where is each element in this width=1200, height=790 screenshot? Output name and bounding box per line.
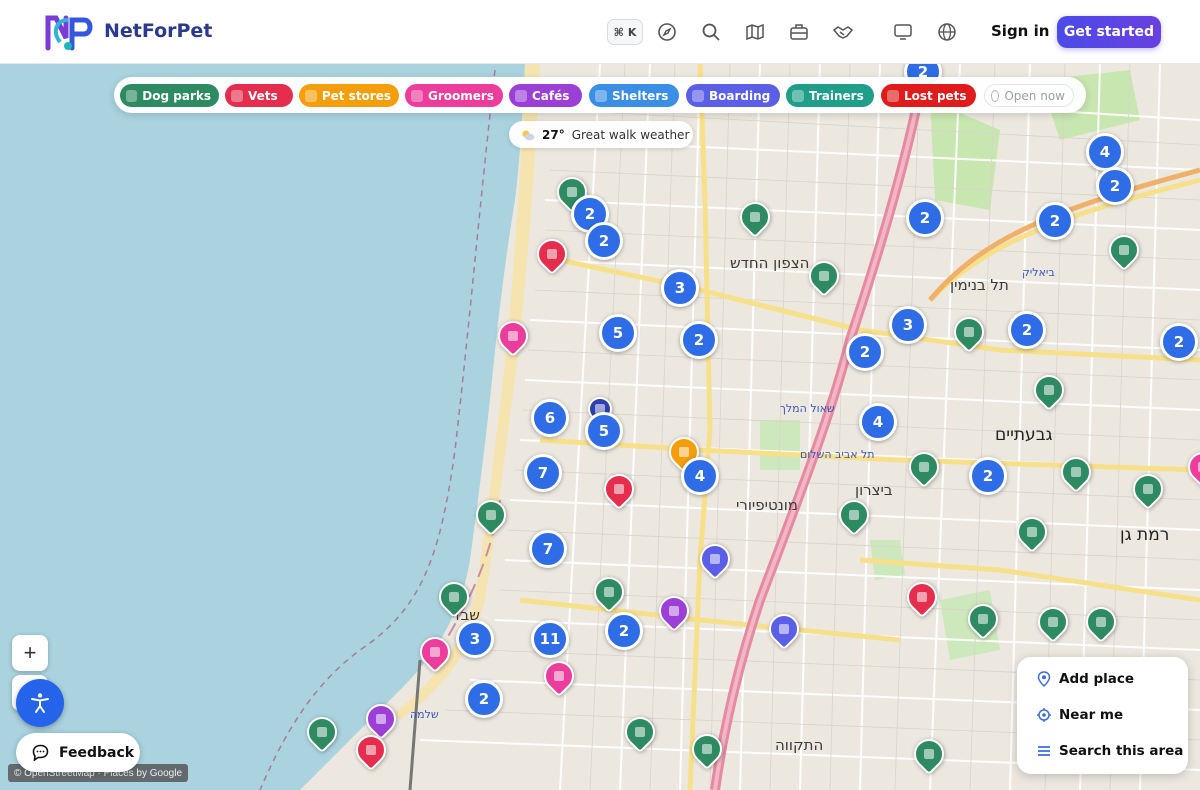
cluster-marker[interactable]: 2 [1008,311,1046,349]
search-this-area-button[interactable]: Search this area [1037,740,1183,762]
cluster-marker[interactable]: 6 [531,399,569,437]
accessibility-button[interactable] [16,679,64,727]
near-me-button[interactable]: Near me [1037,704,1123,726]
map-label-tel-binyamin: תל בנימין [950,276,1009,294]
cluster-marker[interactable]: 2 [969,457,1007,495]
search-icon[interactable] [699,20,723,44]
cluster-marker[interactable]: 4 [681,457,719,495]
filter-vets[interactable]: Vets [225,84,293,107]
feedback-button[interactable]: Feedback [16,733,140,772]
briefcase-icon[interactable] [787,20,811,44]
feedback-label: Feedback [59,744,135,761]
map-label-shaul-hamelekh: שאול המלך [780,402,835,415]
location-pin-icon [1037,671,1051,687]
cluster-marker[interactable]: 2 [1096,167,1134,205]
cluster-marker[interactable]: 4 [859,403,897,441]
cluster-marker[interactable]: 2 [1160,323,1198,361]
sun-cloud-icon [522,130,535,140]
cluster-marker[interactable]: 2 [585,222,623,260]
filter-cafes[interactable]: Cafés [509,84,582,107]
cluster-marker[interactable]: 2 [1036,202,1074,240]
hotel-icon [692,89,704,102]
filter-shelters[interactable]: Shelters [589,84,679,107]
map-label-bitsaron: ביצרון [855,481,893,499]
cluster-marker[interactable]: 3 [889,306,927,344]
netforpet-logo[interactable] [44,12,94,52]
house-icon [595,89,607,102]
map-label-ramat-gan: רמת גן [1120,525,1169,545]
map-icon[interactable] [743,20,767,44]
cluster-marker[interactable]: 3 [456,620,494,658]
cluster-marker[interactable]: 7 [529,530,567,568]
map-label-givatayim: גבעתיים [995,425,1053,445]
accessibility-icon [31,693,49,713]
weather-pill: 27° Great walk weather [509,121,693,148]
command-palette-shortcut[interactable]: ⌘ K [607,19,643,45]
get-started-button[interactable]: Get started [1057,16,1161,48]
map-label-hatikva: התקווה [775,736,823,754]
category-filter-bar: Dog parks Vets Pet stores Groomers Cafés… [114,77,1086,113]
sign-in-link[interactable]: Sign in [991,22,1049,40]
chat-bubble-icon [32,744,49,761]
map-actions-panel: Add place Near me Search this area [1017,657,1188,774]
filter-dog-parks[interactable]: Dog parks [120,84,219,107]
top-header: NetForPet ⌘ K Sign in Get started [0,0,1200,64]
cluster-marker[interactable]: 2 [906,199,944,237]
list-lines-icon [1038,746,1050,756]
map-label-montefiore: מונטיפיורי [736,496,798,514]
monitor-icon[interactable] [891,20,915,44]
cluster-marker[interactable]: 2 [846,333,884,371]
brand-name[interactable]: NetForPet [104,20,212,42]
cluster-marker[interactable]: 11 [531,620,569,658]
zoom-in-button[interactable]: + [12,635,48,671]
filter-trainers[interactable]: Trainers [786,84,874,107]
paw-icon [126,89,138,102]
add-place-button[interactable]: Add place [1037,668,1134,690]
cluster-marker[interactable]: 5 [599,314,637,352]
store-icon [305,89,317,102]
cluster-marker[interactable]: 2 [680,321,718,359]
map-label-hatsafon: הצפון החדש [730,254,809,272]
weather-temperature: 27° [542,127,565,142]
compass-icon[interactable] [655,20,679,44]
vet-icon [231,89,243,102]
cap-icon [792,89,804,102]
alert-icon [887,89,899,102]
filter-groomers[interactable]: Groomers [405,84,503,107]
cluster-marker[interactable]: 5 [585,412,623,450]
cluster-marker[interactable]: 7 [524,454,562,492]
filter-pet-stores[interactable]: Pet stores [299,84,399,107]
scissors-icon [411,89,423,102]
k-key-glyph: K [627,25,637,39]
cluster-marker[interactable]: 3 [661,269,699,307]
weather-text: Great walk weather [571,127,690,142]
handshake-icon[interactable] [831,20,855,44]
crosshair-icon [1037,708,1051,722]
map-label-shlomo: שלמה [410,708,439,721]
filter-lost-pets[interactable]: Lost pets [881,84,976,107]
cafe-icon [515,89,527,102]
map-label-bialik: ביאליק [1022,266,1055,279]
cluster-marker[interactable]: 2 [465,680,503,718]
clock-icon [991,89,1000,102]
globe-icon[interactable] [935,20,959,44]
filter-open-now[interactable]: Open now [984,84,1074,107]
cluster-marker[interactable]: 4 [1086,133,1124,171]
cluster-marker[interactable]: 2 [605,612,643,650]
map-label-tel-aviv-hashalom: תל אביב השלום [800,448,875,461]
filter-boarding[interactable]: Boarding [686,84,780,107]
command-key-glyph: ⌘ [613,25,624,39]
